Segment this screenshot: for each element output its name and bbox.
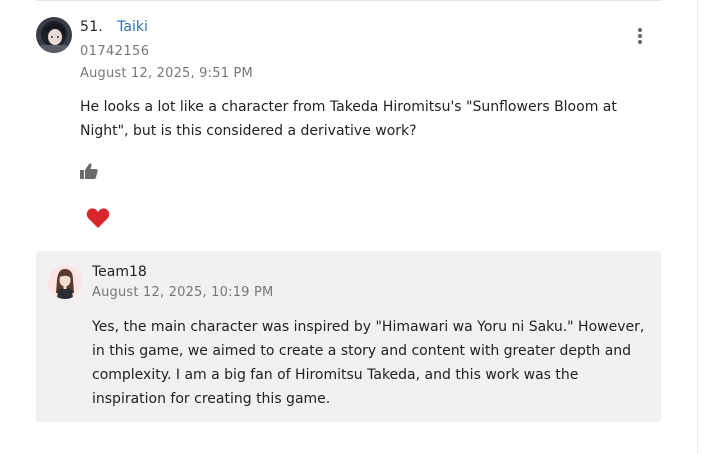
more-vertical-icon [632,28,648,44]
comment-body: He looks a lot like a character from Tak… [80,99,617,139]
heart-reaction-button[interactable] [85,205,111,231]
reply-author[interactable]: Team18 [92,264,147,280]
commenter-avatar[interactable] [36,17,72,53]
reply-body: Yes, the main character was inspired by … [92,319,645,407]
more-options-button[interactable] [632,26,648,50]
like-button[interactable] [79,161,99,181]
reply-avatar[interactable] [48,265,82,299]
comment-thread: 51. Taiki 01742156 August 12, 2025, 9:51 … [0,0,703,454]
user-id: 01742156 [80,44,150,59]
comment-date: August 12, 2025, 9:51 PM [80,66,253,81]
heart-icon [86,208,110,228]
thumbs-up-icon [80,163,98,179]
reply-date: August 12, 2025, 10:19 PM [92,285,274,300]
scrollbar-track[interactable] [697,0,698,454]
author-link[interactable]: Taiki [117,19,148,35]
reply: Team18 August 12, 2025, 10:19 PM Yes, th… [36,251,661,422]
divider [36,0,661,1]
comment-header: 51. Taiki [80,16,148,35]
comment-number: 51. [80,19,104,35]
